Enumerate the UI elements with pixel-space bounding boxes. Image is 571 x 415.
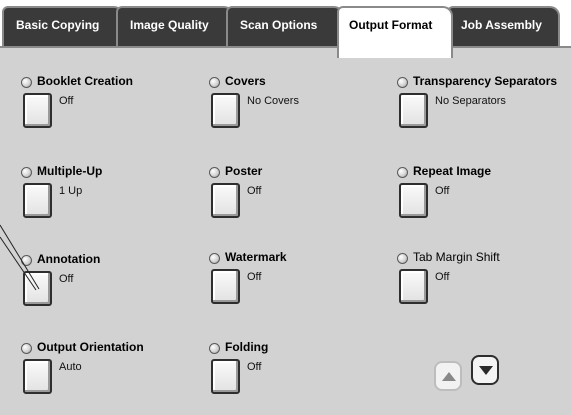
booklet-creation-button[interactable] <box>23 93 52 128</box>
feature-covers: Covers No Covers <box>209 74 379 146</box>
feature-title: Output Orientation <box>37 340 144 354</box>
repeat-image-button[interactable] <box>399 183 428 218</box>
feature-title: Transparency Separators <box>413 74 558 88</box>
feature-value: No Covers <box>247 95 299 107</box>
feature-title: Covers <box>225 74 266 88</box>
feature-folding: Folding Off <box>209 340 379 412</box>
feature-value: Off <box>247 271 262 283</box>
poster-button[interactable] <box>211 183 240 218</box>
status-indicator-icon <box>21 77 32 88</box>
multiple-up-button[interactable] <box>23 183 52 218</box>
tab-label: Image Quality <box>130 18 209 32</box>
status-indicator-icon <box>21 167 32 178</box>
status-indicator-icon <box>397 167 408 178</box>
feature-output-orientation: Output Orientation Auto <box>21 340 191 412</box>
status-indicator-icon <box>397 77 408 88</box>
feature-poster: Poster Off <box>209 164 379 236</box>
scroll-up-button[interactable] <box>434 361 462 391</box>
status-indicator-icon <box>21 255 32 266</box>
feature-title: Annotation <box>37 252 101 266</box>
feature-booklet-creation: Booklet Creation Off <box>21 74 191 146</box>
feature-repeat-image: Repeat Image Off <box>397 164 567 236</box>
feature-title: Repeat Image <box>413 164 492 178</box>
triangle-up-icon <box>442 372 456 381</box>
feature-multiple-up: Multiple-Up 1 Up <box>21 164 191 236</box>
tab-scan-options[interactable]: Scan Options <box>226 6 344 48</box>
tab-output-format[interactable]: Output Format <box>337 6 453 58</box>
feature-title: Poster <box>225 164 263 178</box>
status-indicator-icon <box>21 343 32 354</box>
tab-image-quality[interactable]: Image Quality <box>116 6 234 48</box>
feature-value: Off <box>59 273 74 285</box>
tab-job-assembly[interactable]: Job Assembly <box>447 6 560 48</box>
triangle-down-icon <box>479 366 493 375</box>
tab-label: Output Format <box>349 18 433 32</box>
feature-annotation: Annotation Off <box>21 252 191 324</box>
status-indicator-icon <box>397 253 408 264</box>
feature-watermark: Watermark Off <box>209 250 379 322</box>
status-indicator-icon <box>209 253 220 264</box>
tab-label: Scan Options <box>240 18 318 32</box>
annotation-button[interactable] <box>23 271 52 306</box>
feature-title: Tab Margin Shift <box>413 250 500 264</box>
feature-value: 1 Up <box>59 185 83 197</box>
feature-title: Multiple-Up <box>37 164 103 178</box>
transparency-separators-button[interactable] <box>399 93 428 128</box>
feature-transparency-separators: Transparency Separators No Separators <box>397 74 567 146</box>
folding-button[interactable] <box>211 359 240 394</box>
covers-button[interactable] <box>211 93 240 128</box>
output-orientation-button[interactable] <box>23 359 52 394</box>
feature-value: No Separators <box>435 95 506 107</box>
feature-value: Auto <box>59 361 82 373</box>
feature-title: Watermark <box>225 250 287 264</box>
feature-value: Off <box>59 95 74 107</box>
tab-label: Job Assembly <box>461 18 542 32</box>
feature-value: Off <box>247 185 262 197</box>
feature-tab-margin-shift: Tab Margin Shift Off <box>397 250 567 322</box>
tab-margin-shift-button[interactable] <box>399 269 428 304</box>
feature-value: Off <box>247 361 262 373</box>
feature-value: Off <box>435 271 450 283</box>
status-indicator-icon <box>209 77 220 88</box>
feature-value: Off <box>435 185 450 197</box>
status-indicator-icon <box>209 343 220 354</box>
feature-title: Booklet Creation <box>37 74 134 88</box>
status-indicator-icon <box>209 167 220 178</box>
feature-title: Folding <box>225 340 269 354</box>
watermark-button[interactable] <box>211 269 240 304</box>
scroll-down-button[interactable] <box>471 355 499 385</box>
tab-basic-copying[interactable]: Basic Copying <box>2 6 124 48</box>
tab-label: Basic Copying <box>16 18 100 32</box>
